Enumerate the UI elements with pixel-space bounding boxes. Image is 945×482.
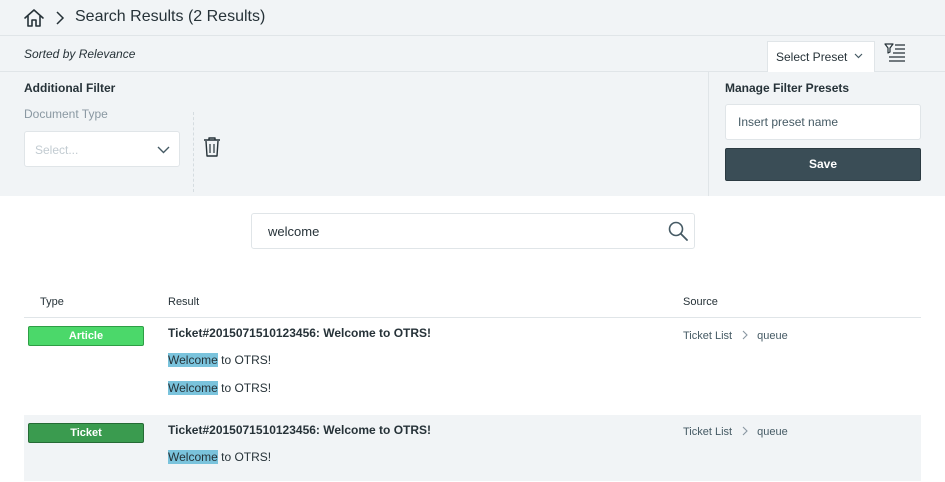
search-highlight: Welcome [168,450,218,464]
source-list-link[interactable]: Ticket List [683,426,732,438]
sort-bar: Sorted by Relevance Select Preset [0,36,945,72]
search-highlight: Welcome [168,353,218,367]
search-input[interactable] [268,214,658,248]
chevron-right-icon [742,426,748,436]
type-badge-article: Article [28,326,144,346]
document-type-select[interactable]: Select... [24,131,180,167]
result-title-link[interactable]: Ticket#2015071510123456: Welcome to OTRS… [168,326,431,340]
type-badge-ticket: Ticket [28,423,144,443]
preset-name-input[interactable] [725,104,921,140]
select-preset-dropdown[interactable]: Select Preset [767,41,875,72]
search-icon[interactable] [668,221,688,241]
result-snippet: Welcome to OTRS! [168,450,271,464]
trash-icon[interactable] [203,136,221,158]
result-source: Ticket List queue [683,426,788,438]
home-icon[interactable] [23,8,45,28]
additional-filter-title: Additional Filter [24,81,116,95]
snippet-text: to OTRS! [217,381,272,395]
table-row[interactable]: Ticket Ticket#2015071510123456: Welcome … [24,415,921,481]
select-preset-label: Select Preset [776,50,848,64]
filter-list-icon[interactable] [884,42,906,64]
save-preset-button[interactable]: Save [725,148,921,181]
source-queue-link[interactable]: queue [757,330,788,342]
result-title-link[interactable]: Ticket#2015071510123456: Welcome to OTRS… [168,423,431,437]
result-source: Ticket List queue [683,330,788,342]
column-header-result: Result [168,296,200,308]
page-title: Search Results (2 Results) [75,8,266,25]
breadcrumb-chevron-icon [56,11,65,25]
additional-filter-section: Additional Filter Document Type Select..… [0,72,709,196]
sorted-by-label: Sorted by Relevance [24,47,136,61]
snippet-text: to OTRS! [217,450,272,464]
filter-panel: Additional Filter Document Type Select..… [0,72,945,196]
filter-divider [193,112,194,192]
chevron-right-icon [742,330,748,340]
snippet-text: to OTRS! [217,353,272,367]
chevron-down-icon [157,146,170,154]
document-type-label: Document Type [24,107,108,121]
result-snippet: Welcome to OTRS! [168,353,271,367]
result-snippet: Welcome to OTRS! [168,381,271,395]
manage-presets-title: Manage Filter Presets [725,81,850,95]
document-type-placeholder: Select... [35,143,79,157]
source-list-link[interactable]: Ticket List [683,330,732,342]
source-queue-link[interactable]: queue [757,426,788,438]
search-box [251,213,695,249]
page-header: Search Results (2 Results) [0,0,945,36]
chevron-down-icon [854,53,863,59]
column-header-type: Type [40,296,64,308]
column-header-source: Source [683,296,718,308]
search-highlight: Welcome [168,381,218,395]
table-row[interactable]: Article Ticket#2015071510123456: Welcome… [24,318,921,413]
